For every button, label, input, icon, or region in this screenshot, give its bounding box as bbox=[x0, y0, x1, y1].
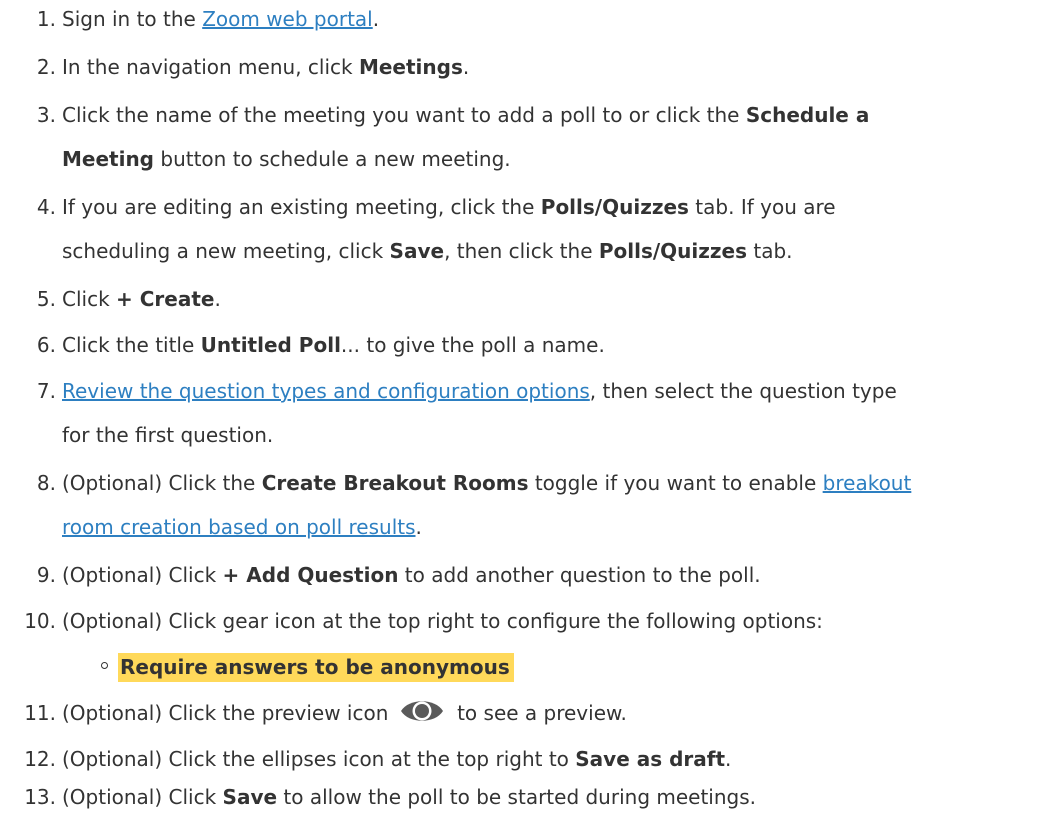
step-number: 6. bbox=[36, 333, 56, 357]
step-bold-term: Polls/Quizzes bbox=[540, 195, 689, 219]
step-text-line-2: Meeting button to schedule a new meeting… bbox=[62, 141, 511, 177]
step-number: 5. bbox=[36, 287, 56, 311]
step-text-part: to see a preview. bbox=[450, 701, 627, 725]
step-text-part: scheduling a new meeting, click bbox=[62, 239, 390, 263]
step-text-part: In the navigation menu, click bbox=[62, 55, 359, 79]
step-bold-term: Save bbox=[222, 785, 278, 809]
step-text-part: (Optional) Click the bbox=[62, 471, 262, 495]
step-bold-term: Meeting bbox=[62, 147, 155, 171]
step-number: 4. bbox=[36, 195, 56, 219]
step-text-part: Sign in to the bbox=[62, 7, 203, 31]
step-text-line-1: Click the name of the meeting you want t… bbox=[62, 97, 869, 133]
step-number: 12. bbox=[24, 747, 56, 771]
step-text-part: . bbox=[462, 55, 470, 79]
step-text-part: to add another question to the poll. bbox=[398, 563, 761, 587]
step-text-part: Click the name of the meeting you want t… bbox=[62, 103, 746, 127]
step-number: 7. bbox=[36, 379, 56, 403]
step-text-part: . bbox=[214, 287, 221, 311]
step-text: In the navigation menu, click Meetings. bbox=[62, 49, 469, 85]
step-text: (Optional) Click the ellipses icon at th… bbox=[62, 741, 731, 777]
step-number: 3. bbox=[36, 103, 56, 127]
step-number: 1. bbox=[36, 7, 56, 31]
step-number: 8. bbox=[36, 471, 56, 495]
step-text-part: (Optional) Click the ellipses icon at th… bbox=[62, 747, 576, 771]
step-bold-term: Polls/Quizzes bbox=[598, 239, 748, 263]
step-bold-term: + Create bbox=[116, 287, 215, 311]
step-text-part: (Optional) Click bbox=[62, 563, 223, 587]
instruction-list: 1. Sign in to the Zoom web portal. 2. In… bbox=[0, 0, 1064, 811]
zoom-web-portal-link[interactable]: Zoom web portal bbox=[202, 7, 373, 31]
step-text-line-1: Review the question types and configurat… bbox=[62, 373, 897, 409]
question-types-link[interactable]: Review the question types and configurat… bbox=[62, 379, 590, 403]
step-text-line-2: for the first question. bbox=[62, 423, 274, 447]
step-text-part: (Optional) Click bbox=[62, 785, 223, 809]
step-text-part: to allow the poll to be started during m… bbox=[277, 785, 757, 809]
step-number: 2. bbox=[36, 55, 56, 79]
step-text: Sign in to the Zoom web portal. bbox=[62, 1, 379, 37]
step-text-line-2: room creation based on poll results. bbox=[62, 509, 422, 545]
step-text-part: . bbox=[372, 7, 380, 31]
step-text: Click + Create. bbox=[62, 281, 221, 317]
step-number: 9. bbox=[36, 563, 56, 587]
step-bold-term: Create Breakout Rooms bbox=[261, 471, 529, 495]
step-text-part: button to schedule a new meeting. bbox=[154, 147, 511, 171]
step-text-part: , then click the bbox=[444, 239, 599, 263]
circle-bullet-icon bbox=[101, 662, 108, 669]
eye-icon bbox=[399, 696, 445, 726]
step-bold-term: Schedule a bbox=[745, 103, 870, 127]
step-text-line-1: If you are editing an existing meeting, … bbox=[62, 189, 836, 225]
step-text: (Optional) Click gear icon at the top ri… bbox=[62, 609, 823, 633]
step-number: 10. bbox=[24, 609, 56, 633]
step-text-part: Click bbox=[62, 287, 117, 311]
step-text-part: ... to give the poll a name. bbox=[340, 333, 605, 357]
step-text-line-1: (Optional) Click the Create Breakout Roo… bbox=[62, 465, 911, 501]
step-text-line-2: scheduling a new meeting, click Save, th… bbox=[62, 233, 793, 269]
step-text-part: , then select the question type bbox=[589, 379, 897, 403]
step-text-part: . bbox=[725, 747, 732, 771]
step-text-part: Click the title bbox=[62, 333, 201, 357]
step-text: Click the title Untitled Poll... to give… bbox=[62, 327, 605, 363]
step-bold-term: + Add Question bbox=[222, 563, 399, 587]
sub-option-item: Require answers to be anonymous bbox=[101, 649, 514, 685]
step-text-part: (Optional) Click the preview icon bbox=[62, 701, 395, 725]
step-bold-term: Untitled Poll bbox=[200, 333, 341, 357]
step-bold-term: Save bbox=[389, 239, 445, 263]
step-text: (Optional) Click + Add Question to add a… bbox=[62, 557, 761, 593]
highlighted-option: Require answers to be anonymous bbox=[118, 653, 514, 682]
step-bold-term: Save as draft bbox=[575, 747, 726, 771]
step-text-part: tab. If you are bbox=[688, 195, 836, 219]
breakout-room-link-continued[interactable]: room creation based on poll results bbox=[62, 515, 416, 539]
step-text-part: If you are editing an existing meeting, … bbox=[62, 195, 541, 219]
breakout-room-link[interactable]: breakout bbox=[823, 471, 912, 495]
step-number: 13. bbox=[24, 785, 56, 809]
step-number: 11. bbox=[24, 701, 56, 725]
step-text-part: . bbox=[415, 515, 422, 539]
step-text-part: tab. bbox=[747, 239, 793, 263]
step-text: (Optional) Click Save to allow the poll … bbox=[62, 779, 756, 815]
step-bold-term: Meetings bbox=[358, 55, 463, 79]
step-text: (Optional) Click the preview icon to see… bbox=[62, 695, 627, 731]
step-text-part: toggle if you want to enable bbox=[528, 471, 823, 495]
